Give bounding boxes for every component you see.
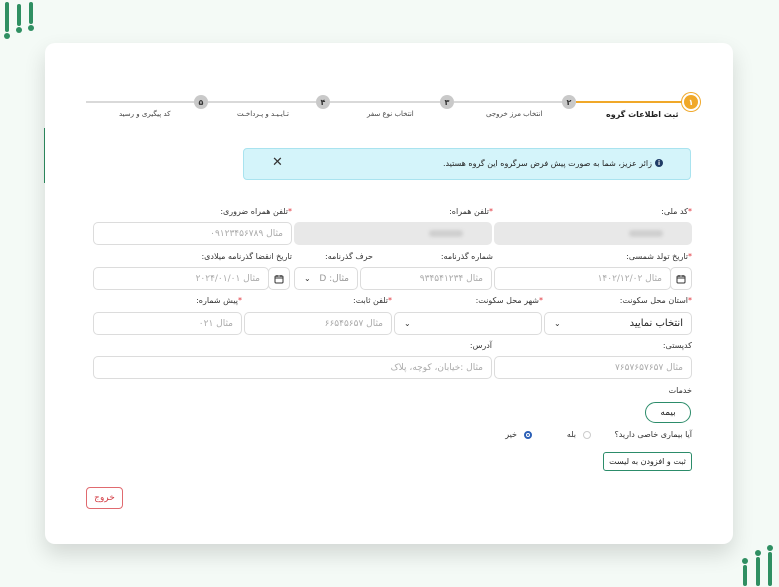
disease-no-label: خیر xyxy=(505,430,517,439)
step-4-label: تـایـیـد و پـرداخـت xyxy=(237,110,289,118)
landline-field[interactable]: مثال ۶۶۵۴۵۶۵۷ xyxy=(244,312,392,335)
area-code-field[interactable]: مثال ۰۲۱ xyxy=(93,312,242,335)
step-2-label: انتخاب مرز خروجی xyxy=(486,110,543,118)
birth-date-label-text: تاریخ تولد شمسی: xyxy=(626,252,688,261)
required-mark: * xyxy=(288,207,292,216)
step-connector xyxy=(330,101,447,103)
birth-date-field[interactable]: مثال ۱۴۰۲/۱۲/۰۲ xyxy=(494,267,671,290)
step-4-circle: ۴ xyxy=(316,95,330,109)
step-2-circle: ۲ xyxy=(562,95,576,109)
postal-code-label: کدپستی: xyxy=(662,341,692,350)
required-mark: * xyxy=(688,207,692,216)
postal-code-field[interactable]: مثال ۷۶۵۷۶۵۷۶۵۷ xyxy=(494,356,692,379)
step-1-circle: ۱ xyxy=(684,95,698,109)
info-alert: i زائر عزیز، شما به صورت پیش فرض سرگروه … xyxy=(243,148,691,180)
calendar-icon xyxy=(274,274,284,283)
passport-letter-select[interactable]: مثال: D ⌄ xyxy=(294,267,358,290)
city-select[interactable]: ⌄ xyxy=(394,312,542,335)
city-label-text: شهر محل سکونت: xyxy=(475,296,539,305)
city-label: *شهر محل سکونت: xyxy=(476,296,543,305)
required-mark: * xyxy=(539,296,543,305)
landline-label-text: تلفن ثابت: xyxy=(353,296,388,305)
disease-no-radio[interactable] xyxy=(524,431,532,439)
step-3-label: انتخاب نوع سفر xyxy=(367,110,414,118)
required-mark: * xyxy=(688,296,692,305)
landline-label: *تلفن ثابت: xyxy=(353,296,392,305)
alert-text: زائر عزیز، شما به صورت پیش فرض سرگروه ای… xyxy=(442,159,652,168)
emergency-mobile-label-text: تلفن همراه ضروری: xyxy=(220,207,288,216)
chevron-down-icon: ⌄ xyxy=(404,319,411,328)
disease-yes-radio[interactable] xyxy=(583,431,591,439)
province-label-text: استان محل سکونت: xyxy=(619,296,688,305)
insurance-chip[interactable]: بیمه xyxy=(645,402,691,423)
national-code-label-text: کد ملی: xyxy=(661,207,688,216)
required-mark: * xyxy=(388,296,392,305)
step-5-circle: ۵ xyxy=(194,95,208,109)
address-field[interactable]: مثال :خیابان، کوچه، پلاک xyxy=(93,356,492,379)
province-value: انتخاب نمایید xyxy=(629,318,683,329)
province-label: *استان محل سکونت: xyxy=(620,296,692,305)
calendar-icon xyxy=(676,274,686,283)
step-1-label: ثبت اطلاعات گروه xyxy=(606,110,679,119)
birth-date-calendar-button[interactable] xyxy=(670,267,692,290)
info-icon: i xyxy=(655,159,663,167)
required-mark: * xyxy=(238,296,242,305)
mobile-label-text: تلفن همراه: xyxy=(449,207,489,216)
step-connector-active xyxy=(576,101,690,103)
passport-letter-label: حرف گذرنامه: xyxy=(325,252,373,261)
passport-expiry-field[interactable]: مثال ۲۰۲۴/۰۱/۰۱ xyxy=(93,267,269,290)
national-code-field[interactable] xyxy=(494,222,692,245)
brand-logo-top xyxy=(4,2,34,39)
chevron-down-icon: ⌄ xyxy=(554,319,561,328)
masked-value xyxy=(629,230,663,237)
step-connector xyxy=(208,101,323,103)
mobile-field[interactable] xyxy=(294,222,492,245)
step-connector xyxy=(86,101,201,103)
brand-logo-bottom xyxy=(742,545,773,586)
chevron-down-icon: ⌄ xyxy=(304,274,311,283)
passport-expiry-calendar-button[interactable] xyxy=(268,267,290,290)
passport-number-label: شماره گذرنامه: xyxy=(440,252,493,261)
area-code-label: *پیش شماره: xyxy=(196,296,242,305)
services-label: خدمات xyxy=(668,386,692,395)
masked-value xyxy=(429,230,463,237)
national-code-label: *کد ملی: xyxy=(661,207,692,216)
passport-letter-value: مثال: D xyxy=(319,273,349,284)
emergency-mobile-label: *تلفن همراه ضروری: xyxy=(220,207,292,216)
step-connector xyxy=(454,101,569,103)
step-3-circle: ۳ xyxy=(440,95,454,109)
birth-date-label: *تاریخ تولد شمسی: xyxy=(626,252,692,261)
province-select[interactable]: انتخاب نمایید ⌄ xyxy=(544,312,692,335)
step-5-label: کد پیگیری و رسید xyxy=(119,110,171,118)
address-label: آدرس: xyxy=(469,341,492,350)
area-code-label-text: پیش شماره: xyxy=(196,296,238,305)
passport-expiry-label: تاریخ انقضا گذرنامه میلادی: xyxy=(201,252,292,261)
required-mark: * xyxy=(688,252,692,261)
exit-button[interactable]: خروج xyxy=(86,487,123,509)
mobile-label: *تلفن همراه: xyxy=(449,207,493,216)
disease-yes-label: بله xyxy=(566,430,576,439)
disease-question: آیا بیماری خاصی دارید؟ xyxy=(614,430,692,439)
required-mark: * xyxy=(489,207,493,216)
passport-number-field[interactable]: مثال ۹۳۴۵۴۱۲۳۴ xyxy=(360,267,492,290)
emergency-mobile-field[interactable]: مثال ۰۹۱۲۳۴۵۶۷۸۹ xyxy=(93,222,292,245)
close-icon[interactable]: ✕ xyxy=(272,156,283,169)
add-to-list-button[interactable]: ثبت و افزودن به لیست xyxy=(603,452,692,471)
